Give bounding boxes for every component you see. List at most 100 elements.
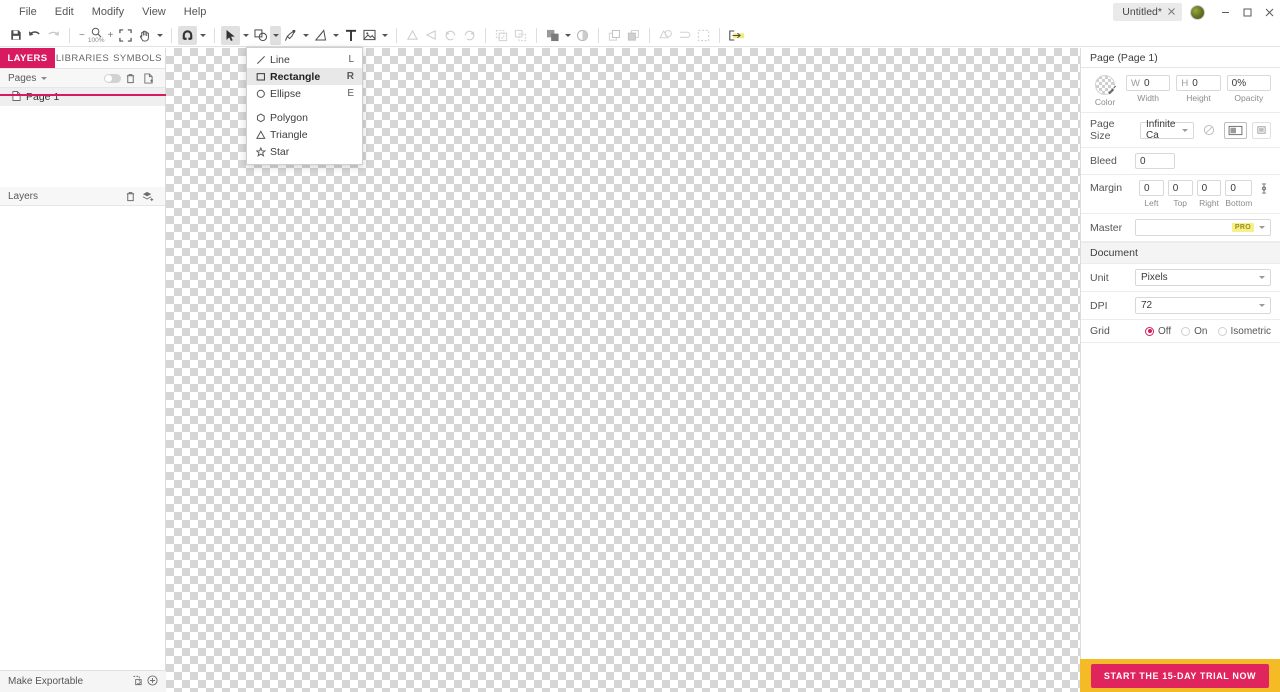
layers-trash-icon[interactable] bbox=[121, 188, 139, 204]
left-panel-tabs: LAYERS LIBRARIES SYMBOLS bbox=[0, 48, 165, 69]
line-icon bbox=[256, 55, 270, 65]
margin-top-input[interactable]: 0 bbox=[1167, 180, 1193, 196]
list-item[interactable]: Page 1 bbox=[0, 88, 165, 106]
align-icon[interactable] bbox=[403, 26, 422, 45]
tab-symbols[interactable]: SYMBOLS bbox=[110, 48, 165, 68]
grid-option-off[interactable]: Off bbox=[1145, 326, 1171, 337]
pan-hand-icon[interactable] bbox=[135, 26, 154, 45]
boolean-options-chevron-down-icon[interactable] bbox=[562, 26, 573, 45]
margin-right-input[interactable]: 0 bbox=[1196, 180, 1222, 196]
unit-select[interactable]: Pixels bbox=[1135, 269, 1271, 286]
pen-tool-icon[interactable] bbox=[281, 26, 300, 45]
path-icon[interactable] bbox=[675, 26, 694, 45]
start-trial-button[interactable]: START THE 15-DAY TRIAL NOW bbox=[1091, 663, 1269, 688]
layers-add-layer-icon[interactable] bbox=[139, 188, 157, 204]
menu-item-star[interactable]: Star bbox=[247, 143, 362, 160]
no-orientation-icon[interactable] bbox=[1199, 121, 1219, 139]
tab-libraries[interactable]: LIBRARIES bbox=[55, 48, 110, 68]
bleed-value: 0 bbox=[1140, 155, 1146, 167]
close-window-button[interactable] bbox=[1258, 2, 1280, 22]
radio-dot bbox=[1145, 326, 1154, 336]
select-arrow-icon[interactable] bbox=[221, 25, 241, 45]
boolean-union-icon[interactable] bbox=[543, 26, 562, 45]
page-size-select[interactable]: Infinite Ca bbox=[1140, 119, 1195, 141]
tab-layers[interactable]: LAYERS bbox=[0, 48, 55, 68]
pages-chevron-down-icon[interactable] bbox=[41, 76, 48, 80]
image-options-chevron-down-icon[interactable] bbox=[379, 26, 390, 45]
save-icon[interactable] bbox=[6, 26, 25, 45]
menu-modify[interactable]: Modify bbox=[83, 2, 133, 22]
avatar[interactable] bbox=[1190, 4, 1205, 20]
pen-options-chevron-down-icon[interactable] bbox=[300, 26, 311, 45]
margin-bottom-input[interactable]: 0 bbox=[1225, 180, 1253, 196]
image-tool-icon[interactable] bbox=[360, 26, 379, 45]
menu-view[interactable]: View bbox=[133, 2, 175, 22]
document-section-header: Document bbox=[1081, 242, 1280, 264]
fit-screen-icon[interactable] bbox=[116, 26, 135, 45]
pan-options-chevron-down-icon[interactable] bbox=[154, 26, 165, 45]
merge-icon[interactable] bbox=[656, 26, 675, 45]
select-options-chevron-down-icon[interactable] bbox=[240, 26, 251, 45]
group-icon[interactable] bbox=[492, 26, 511, 45]
zoom-control[interactable]: 100% bbox=[88, 25, 104, 46]
close-icon[interactable] bbox=[1168, 6, 1175, 18]
zoom-in-icon[interactable]: + bbox=[104, 30, 116, 41]
snap-options-chevron-down-icon[interactable] bbox=[197, 26, 208, 45]
menu-item-label: Ellipse bbox=[270, 87, 301, 100]
boolean-divide-icon[interactable] bbox=[573, 26, 592, 45]
undo-icon[interactable] bbox=[25, 26, 44, 45]
width-input[interactable]: W 0 bbox=[1126, 75, 1171, 91]
link-margins-icon[interactable] bbox=[1256, 180, 1271, 195]
send-backward-icon[interactable] bbox=[624, 26, 643, 45]
slice-icon[interactable] bbox=[132, 675, 143, 689]
mask-icon[interactable] bbox=[694, 26, 713, 45]
app-window: File Edit Modify View Help Untitled* − 1… bbox=[0, 0, 1280, 692]
page-color-swatch[interactable] bbox=[1095, 75, 1117, 95]
export-pro-icon[interactable] bbox=[726, 26, 748, 45]
document-tab[interactable]: Untitled* bbox=[1113, 3, 1182, 21]
menu-item-line[interactable]: Line L bbox=[247, 51, 362, 68]
menu-item-ellipse[interactable]: Ellipse E bbox=[247, 85, 362, 102]
title-bar: File Edit Modify View Help Untitled* bbox=[0, 0, 1280, 24]
menu-item-polygon[interactable]: Polygon bbox=[247, 109, 362, 126]
master-select[interactable]: PRO bbox=[1135, 219, 1271, 236]
menu-file[interactable]: File bbox=[10, 2, 46, 22]
pages-visibility-toggle[interactable] bbox=[103, 70, 121, 86]
flip-icon[interactable] bbox=[422, 26, 441, 45]
bleed-input[interactable]: 0 bbox=[1135, 153, 1175, 169]
ungroup-icon[interactable] bbox=[511, 26, 530, 45]
pages-add-page-icon[interactable] bbox=[139, 70, 157, 86]
portrait-icon[interactable] bbox=[1251, 121, 1272, 139]
grid-option-on[interactable]: On bbox=[1181, 326, 1208, 337]
pages-trash-icon[interactable] bbox=[121, 70, 139, 86]
page-attributes-section: Color W 0 Width H 0 Height 0% Opacity bbox=[1081, 68, 1280, 113]
minimize-button[interactable] bbox=[1214, 2, 1236, 22]
plus-circle-icon[interactable] bbox=[147, 674, 158, 689]
text-tool-icon[interactable] bbox=[341, 26, 360, 45]
maximize-button[interactable] bbox=[1236, 2, 1258, 22]
menu-item-triangle[interactable]: Triangle bbox=[247, 126, 362, 143]
trial-cta-bar: START THE 15-DAY TRIAL NOW bbox=[1080, 659, 1280, 692]
magnet-snap-icon[interactable] bbox=[178, 25, 198, 45]
menu-help[interactable]: Help bbox=[175, 2, 216, 22]
menu-item-rectangle[interactable]: Rectangle R bbox=[247, 68, 362, 85]
rotate-ccw-icon[interactable] bbox=[441, 26, 460, 45]
menu-edit[interactable]: Edit bbox=[46, 2, 83, 22]
shape-tool-icon[interactable] bbox=[251, 26, 270, 45]
opacity-input[interactable]: 0% bbox=[1226, 75, 1271, 91]
zoom-out-icon[interactable]: − bbox=[76, 30, 88, 41]
rotate-cw-icon[interactable] bbox=[460, 26, 479, 45]
landscape-icon[interactable] bbox=[1223, 121, 1247, 139]
grid-option-isometric[interactable]: Isometric bbox=[1217, 326, 1271, 337]
margin-left-input[interactable]: 0 bbox=[1139, 180, 1164, 196]
redo-icon[interactable] bbox=[44, 26, 63, 45]
dpi-select[interactable]: 72 bbox=[1135, 297, 1271, 314]
menu-item-label: Rectangle bbox=[270, 70, 321, 83]
pencil-icon[interactable] bbox=[311, 26, 330, 45]
bring-forward-icon[interactable] bbox=[605, 26, 624, 45]
layers-empty-area bbox=[0, 206, 165, 668]
height-input[interactable]: H 0 bbox=[1176, 75, 1221, 91]
pencil-options-chevron-down-icon[interactable] bbox=[330, 26, 341, 45]
shape-options-chevron-down-icon[interactable] bbox=[270, 25, 282, 45]
make-exportable-label: Make Exportable bbox=[8, 676, 84, 687]
